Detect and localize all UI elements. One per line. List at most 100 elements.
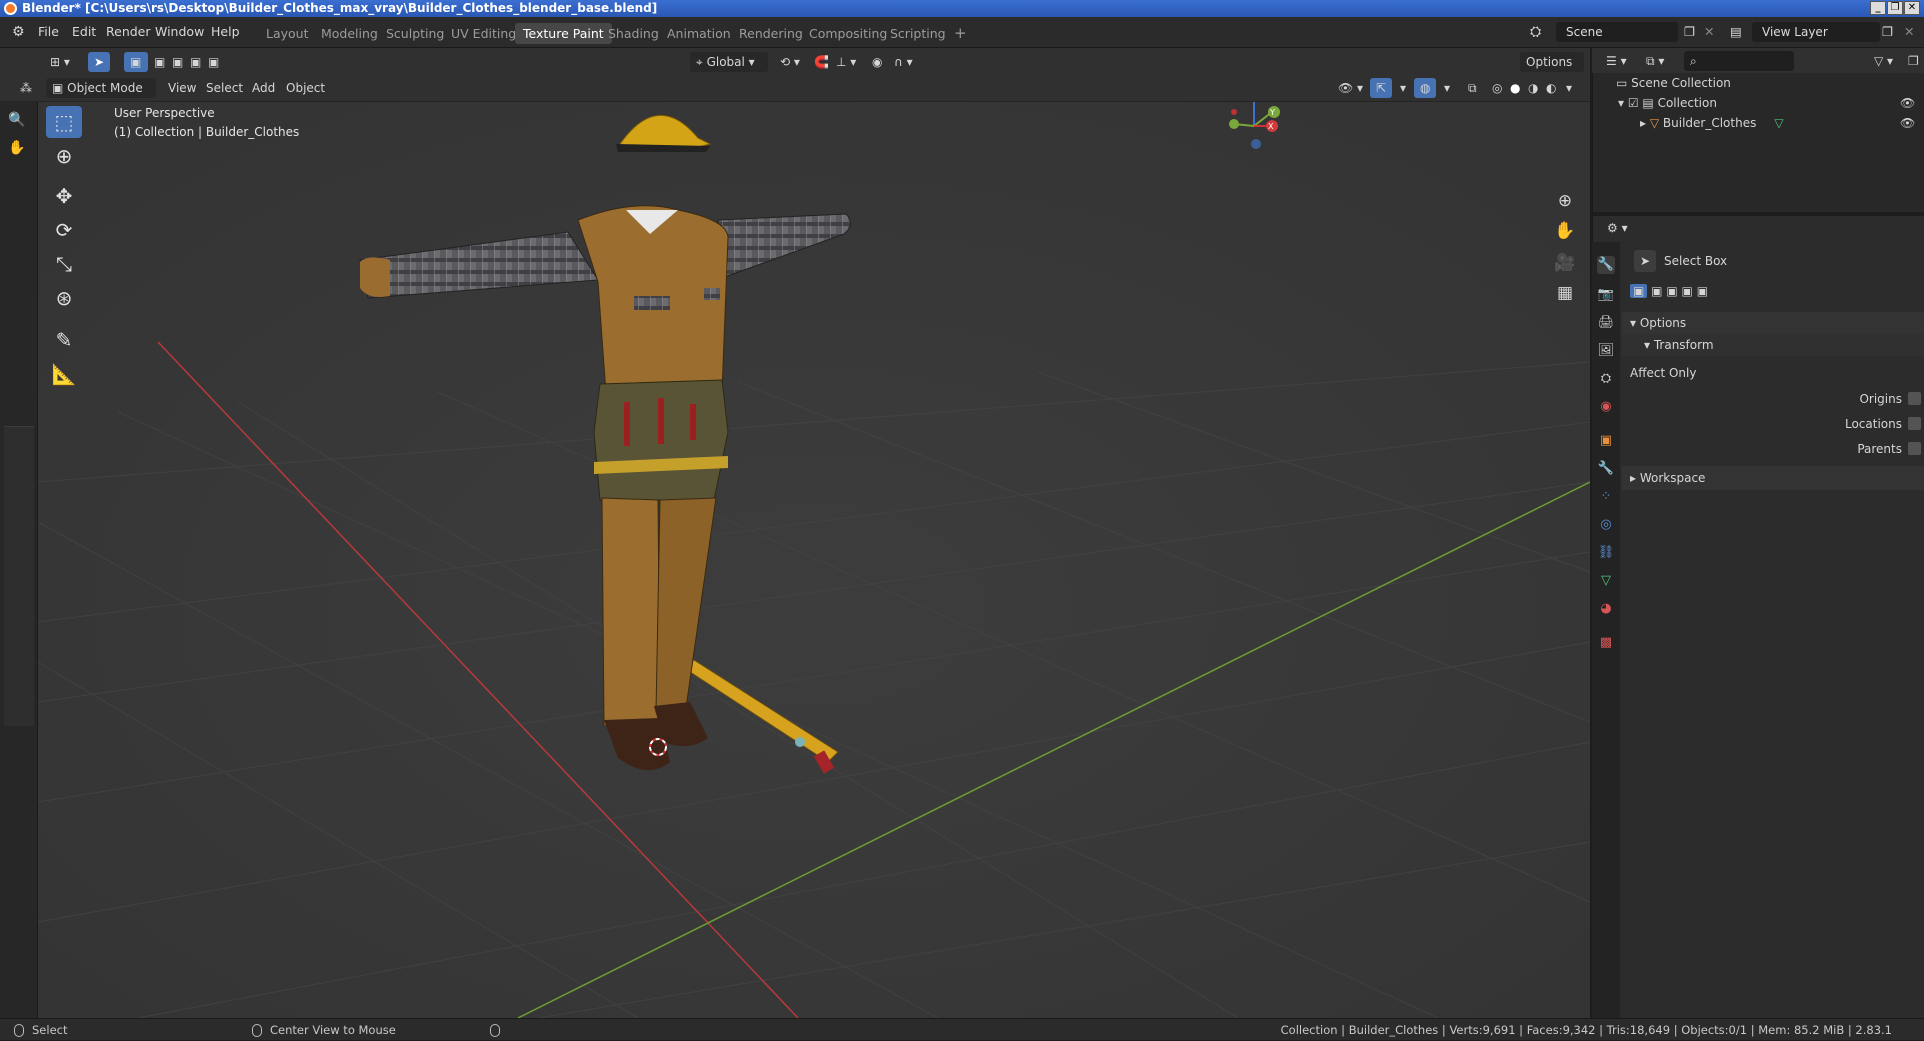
modifier-tab-icon[interactable]: 🔧	[1597, 460, 1615, 478]
origins-checkbox[interactable]	[1908, 392, 1921, 405]
overlays-dropdown[interactable]: ▾	[1438, 78, 1456, 98]
remove-view-layer-icon[interactable]: ✕	[1904, 24, 1914, 39]
tab-modeling[interactable]: Modeling	[313, 23, 386, 44]
menu-object[interactable]: Object	[280, 78, 331, 98]
new-collection-icon[interactable]: ❐	[1902, 51, 1924, 71]
editor-type-button[interactable]: ⁂	[14, 78, 38, 98]
constraints-tab-icon[interactable]: ⛓	[1597, 544, 1615, 562]
menu-add[interactable]: Add	[246, 78, 281, 98]
outliner-item-scene-collection[interactable]: ▭ Scene Collection	[1592, 73, 1924, 93]
visibility-eye-icon[interactable]: 👁	[1900, 113, 1915, 133]
close-button[interactable]: ✕	[1904, 1, 1920, 15]
scene-field[interactable]: Scene	[1556, 22, 1678, 42]
expand-icon[interactable]: ▸	[1640, 116, 1650, 130]
select-tool-button[interactable]: ➤	[88, 52, 110, 72]
locations-checkbox[interactable]	[1908, 417, 1921, 430]
proportional-falloff-dropdown[interactable]: ∩ ▾	[888, 52, 919, 72]
add-workspace-button[interactable]: +	[946, 23, 975, 44]
perspective-toggle-icon[interactable]: ▦	[1552, 280, 1578, 306]
move-tool[interactable]: ✥	[46, 180, 82, 212]
outliner-item-collection[interactable]: ▾ ☑ ▤ Collection 👁	[1592, 93, 1924, 113]
tab-uv-editing[interactable]: UV Editing	[443, 23, 524, 44]
overlays-toggle[interactable]: ◍	[1414, 78, 1437, 98]
physics-tab-icon[interactable]: ◎	[1597, 516, 1615, 534]
camera-view-icon[interactable]: 🎥	[1552, 250, 1578, 276]
mode-dropdown[interactable]: ▣ Object Mode ▾	[46, 78, 156, 115]
outliner-search-input[interactable]: ⌕	[1684, 51, 1794, 71]
shading-dropdown[interactable]: ▾	[1560, 78, 1578, 98]
3d-viewport[interactable]: Z Y X	[38, 102, 1590, 1018]
rotate-tool[interactable]: ⟳	[46, 214, 82, 246]
outliner-item-builder-clothes[interactable]: ▸ ▽ Builder_Clothes ▽ 👁	[1592, 113, 1924, 133]
data-tab-icon[interactable]: ▽	[1597, 572, 1615, 590]
visibility-eye-icon[interactable]: 👁	[1900, 93, 1915, 113]
tab-shading[interactable]: Shading	[600, 23, 667, 44]
editor-type-dropdown[interactable]: ⊞ ▾	[44, 52, 76, 72]
tool-tab-icon[interactable]: 🔧	[1597, 256, 1615, 274]
properties-editor-type-dropdown[interactable]: ⚙ ▾	[1601, 218, 1634, 238]
material-tab-icon[interactable]: ◕	[1597, 600, 1615, 618]
view-layer-icon[interactable]: ▤	[1730, 24, 1742, 39]
proportional-edit-toggle[interactable]: ◉	[866, 52, 888, 72]
gizmo-dropdown[interactable]: ▾	[1394, 78, 1412, 98]
select-mode-new-button[interactable]: ▣	[124, 52, 148, 72]
zoom-icon[interactable]: 🔍	[8, 112, 25, 128]
gizmo-toggle[interactable]: ⇱	[1370, 78, 1393, 98]
select-intersect-button[interactable]: ▣	[1697, 284, 1708, 298]
menu-window[interactable]: Window	[155, 24, 204, 39]
filter-dropdown[interactable]: ▽ ▾	[1868, 51, 1899, 71]
remove-scene-icon[interactable]: ✕	[1704, 24, 1714, 39]
select-mode-intersect-button[interactable]: ▣	[202, 52, 225, 72]
select-new-button[interactable]: ▣	[1630, 284, 1648, 298]
menu-file[interactable]: File	[38, 24, 59, 39]
output-tab-icon[interactable]: 🖨	[1597, 314, 1615, 332]
left-panel-scroll[interactable]	[4, 426, 34, 726]
display-mode-dropdown[interactable]: ⧉ ▾	[1640, 51, 1670, 71]
cursor-tool[interactable]: ⊕	[46, 140, 82, 172]
view-layer-field[interactable]: View Layer	[1752, 22, 1880, 42]
snap-target-dropdown[interactable]: ⊥ ▾	[830, 52, 862, 72]
scale-tool[interactable]: ⤡	[46, 248, 82, 280]
menu-help[interactable]: Help	[211, 24, 240, 39]
select-invert-button[interactable]: ▣	[1682, 284, 1693, 298]
menu-select[interactable]: Select	[200, 78, 249, 98]
transform-orientation-dropdown[interactable]: ⌖ Global ▾	[690, 52, 768, 72]
pivot-point-dropdown[interactable]: ⟲ ▾	[774, 52, 806, 72]
menu-edit[interactable]: Edit	[72, 24, 96, 39]
tab-scripting[interactable]: Scripting	[882, 23, 954, 44]
transform-subpanel-header[interactable]: ▾ Transform	[1622, 334, 1924, 356]
checkbox-icon[interactable]: ☑	[1628, 96, 1643, 110]
workspace-panel-header[interactable]: ▸ Workspace	[1622, 466, 1924, 490]
options-panel-header[interactable]: ▾ Options	[1622, 312, 1924, 334]
object-tab-icon[interactable]: ▣	[1597, 432, 1615, 450]
visibility-dropdown[interactable]: 👁 ▾	[1332, 78, 1369, 98]
menu-view[interactable]: View	[162, 78, 202, 98]
options-dropdown[interactable]: Options ▾	[1520, 52, 1584, 89]
tab-rendering[interactable]: Rendering	[731, 23, 811, 44]
transform-tool[interactable]: ⊛	[46, 282, 82, 314]
tab-layout[interactable]: Layout	[258, 23, 317, 44]
tab-sculpting[interactable]: Sculpting	[378, 23, 452, 44]
world-tab-icon[interactable]: ◉	[1597, 398, 1615, 416]
tab-texture-paint[interactable]: Texture Paint	[515, 23, 612, 44]
select-box-tool[interactable]: ⬚	[46, 106, 82, 138]
scene-icon[interactable]: ⛭	[1530, 24, 1541, 40]
texture-tab-icon[interactable]: ▩	[1597, 634, 1615, 652]
select-subtract-button[interactable]: ▣	[1666, 284, 1677, 298]
new-scene-icon[interactable]: ❐	[1684, 24, 1695, 39]
parents-checkbox[interactable]	[1908, 442, 1921, 455]
hand-icon[interactable]: ✋	[8, 140, 25, 156]
expand-icon[interactable]: ▾	[1618, 96, 1628, 110]
scene-tab-icon[interactable]: ⛭	[1597, 370, 1615, 388]
zoom-icon[interactable]: ⊕	[1552, 188, 1578, 214]
measure-tool[interactable]: 📐	[46, 358, 82, 390]
render-tab-icon[interactable]: 📷	[1597, 286, 1615, 304]
select-extend-button[interactable]: ▣	[1651, 284, 1662, 298]
particles-tab-icon[interactable]: ⁘	[1597, 488, 1615, 506]
tab-animation[interactable]: Animation	[659, 23, 739, 44]
maximize-button[interactable]: ❐	[1887, 1, 1903, 15]
pan-hand-icon[interactable]: ✋	[1552, 218, 1578, 244]
view-layer-tab-icon[interactable]: 🖼	[1597, 342, 1615, 360]
menu-render[interactable]: Render	[106, 24, 151, 39]
xray-toggle[interactable]: ⧉	[1462, 78, 1483, 98]
